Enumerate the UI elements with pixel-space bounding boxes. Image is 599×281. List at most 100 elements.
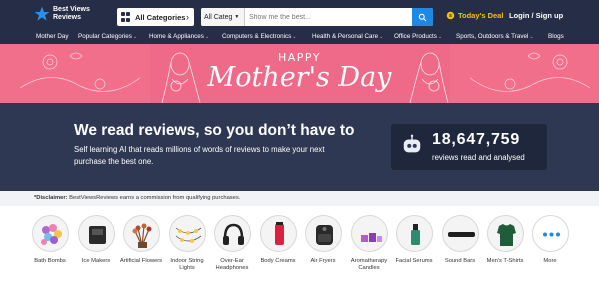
main-nav: Mother Day Popular Categories⌄ Home & Ap… — [0, 30, 599, 44]
top-header: Best Views Reviews All Categories › All … — [0, 0, 599, 30]
nav-item-office-products[interactable]: Office Products⌄ — [394, 33, 442, 40]
nav-item-home-appliances[interactable]: Home & Appliances⌄ — [149, 33, 209, 40]
search-category-value: All Categ — [204, 13, 233, 21]
disclaimer-text: *Disclaimer: BestViewsReviews earns a co… — [34, 195, 240, 201]
more-dots-icon — [542, 232, 560, 237]
category-image — [31, 215, 69, 252]
category-label: Bath Bombs — [34, 258, 66, 264]
body-cream-icon — [274, 222, 284, 245]
search-icon — [418, 13, 427, 21]
category-label: Over-Ear Headphones — [215, 258, 249, 271]
category-image — [122, 215, 160, 252]
disclaimer-bar: *Disclaimer: BestViewsReviews earns a co… — [0, 191, 599, 206]
nav-item-label: Office Products — [394, 33, 437, 40]
nav-item-blogs[interactable]: Blogs — [548, 33, 564, 40]
chevron-down-icon: ⌄ — [132, 34, 138, 40]
sound-bar-icon — [447, 232, 475, 237]
category-image — [486, 215, 524, 252]
nav-item-label: Computers & Electronics — [222, 33, 292, 40]
category-bath-bombs[interactable]: Bath Bombs — [28, 215, 72, 265]
reviews-count: 18,647,759 — [432, 131, 521, 148]
category-image — [259, 215, 297, 252]
nav-item-sports-outdoors-travel[interactable]: Sports, Outdoors & Travel⌄ — [456, 33, 534, 40]
svg-text:$: $ — [449, 13, 452, 19]
chevron-down-icon: ⌄ — [204, 34, 210, 40]
nav-item-label: Blogs — [548, 33, 564, 40]
category-label: Sound Bars — [444, 258, 476, 264]
category-body-creams[interactable]: Body Creams — [256, 215, 300, 265]
nav-item-label: Home & Appliances — [149, 33, 204, 40]
hero-subtext: Self learning AI that reads millions of … — [74, 145, 325, 166]
category-image — [531, 215, 569, 252]
category-carousel: Bath Bombs Ice Makers Artificial Flowers — [0, 206, 599, 281]
chevron-down-icon: ⌄ — [292, 34, 297, 40]
category-label: Body Creams — [260, 258, 296, 264]
nav-item-health-personal-care[interactable]: Health & Personal Care⌄ — [312, 33, 383, 40]
search-bar: All Categ ▼ — [201, 8, 433, 26]
category-label: Ice Makers — [81, 258, 111, 264]
mothers-day-banner[interactable]: HAPPY Mother's Day — [0, 44, 599, 103]
category-image — [441, 215, 479, 252]
category-aromatherapy-candles[interactable]: Aromatherapy Candles — [347, 215, 391, 272]
ice-maker-icon — [88, 226, 106, 244]
hero-headline: We read reviews, so you don’t have to — [74, 122, 355, 139]
category-image — [213, 215, 251, 252]
search-category-select[interactable]: All Categ ▼ — [201, 8, 245, 26]
nav-item-label: Health & Personal Care — [312, 33, 379, 40]
headphones-icon — [222, 223, 244, 245]
category-more[interactable]: More — [528, 215, 572, 265]
category-label: Facial Serums — [395, 258, 433, 264]
bath-bombs-icon — [40, 224, 62, 245]
all-categories-label: All Categories — [135, 12, 186, 22]
category-ice-makers[interactable]: Ice Makers — [74, 215, 118, 265]
search-input[interactable] — [245, 8, 412, 26]
category-label: More — [543, 258, 557, 264]
category-image — [168, 215, 206, 252]
search-button[interactable] — [412, 8, 433, 26]
reviews-counter-card: 18,647,759 reviews read and analysed — [391, 124, 547, 170]
logo-text: Best Views Reviews — [53, 6, 90, 21]
category-artificial-flowers[interactable]: Artificial Flowers — [119, 215, 163, 265]
disclaimer-label: *Disclaimer: — [34, 195, 68, 201]
chevron-down-icon: ⌄ — [437, 34, 443, 40]
artificial-flowers-icon — [132, 223, 151, 248]
category-label: Artificial Flowers — [119, 258, 163, 264]
nav-item-computers-electronics[interactable]: Computers & Electronics⌄ — [222, 33, 297, 40]
category-image — [395, 215, 433, 252]
star-logo-icon — [34, 6, 50, 21]
serum-icon — [410, 224, 420, 245]
site-logo[interactable]: Best Views Reviews — [34, 6, 97, 22]
category-image — [350, 215, 388, 252]
login-signup-link[interactable]: Login / Sign up — [509, 11, 563, 20]
category-label: Indoor String Lights — [170, 258, 204, 271]
chevron-right-icon: › — [186, 12, 189, 22]
nav-item-label: Mother Day — [36, 33, 69, 40]
category-image — [77, 215, 115, 252]
category-label: Aromatherapy Candles — [350, 258, 388, 271]
banner-mothers-day-text: Mother's Day — [207, 62, 392, 93]
deal-badge-icon: $ — [446, 11, 455, 20]
nav-item-label: Popular Categories — [78, 33, 132, 40]
nav-item-mother-day[interactable]: Mother Day — [36, 33, 69, 40]
string-lights-icon — [175, 227, 201, 243]
category-label: Men's T-Shirts — [486, 258, 524, 264]
category-air-fryers[interactable]: Air Fryers — [301, 215, 345, 265]
category-sound-bars[interactable]: Sound Bars — [438, 215, 482, 265]
grid-icon — [121, 12, 131, 22]
all-categories-button[interactable]: All Categories › — [117, 8, 194, 26]
category-indoor-string-lights[interactable]: Indoor String Lights — [165, 215, 209, 272]
nav-item-popular-categories[interactable]: Popular Categories⌄ — [78, 33, 137, 40]
reviews-count-caption: reviews read and analysed — [432, 153, 525, 162]
air-fryer-icon — [315, 225, 333, 245]
category-image — [304, 215, 342, 252]
candles-icon — [360, 233, 382, 242]
category-label: Air Fryers — [310, 258, 336, 264]
dropdown-arrow-icon: ▼ — [234, 14, 240, 20]
category-facial-serums[interactable]: Facial Serums — [392, 215, 436, 265]
nav-item-label: Sports, Outdoors & Travel — [456, 33, 529, 40]
todays-deal-link[interactable]: $ Today's Deal — [446, 11, 503, 20]
todays-deal-label: Today's Deal — [458, 11, 504, 20]
category-over-ear-headphones[interactable]: Over-Ear Headphones — [210, 215, 254, 272]
category-mens-tshirts[interactable]: Men's T-Shirts — [483, 215, 527, 265]
chevron-down-icon: ⌄ — [379, 34, 384, 40]
